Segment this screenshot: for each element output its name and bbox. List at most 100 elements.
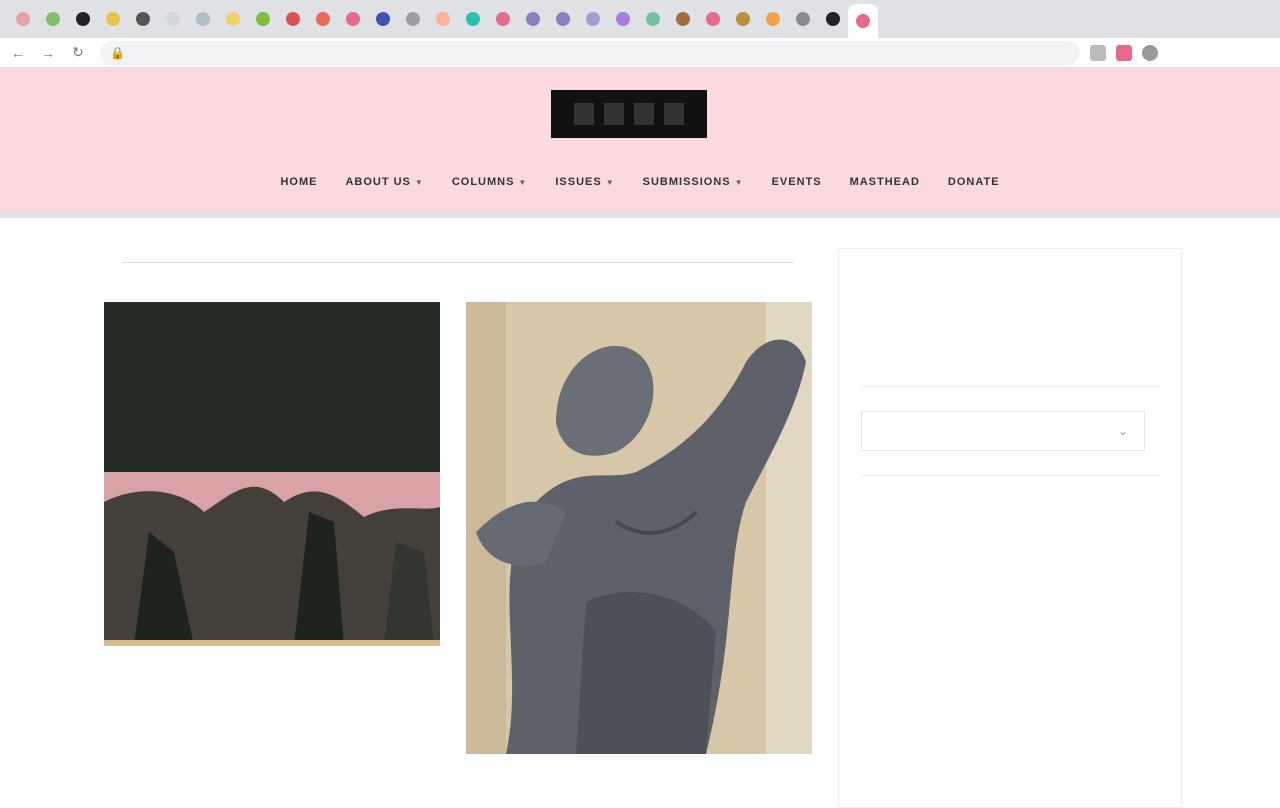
favicon-icon — [406, 12, 420, 26]
forward-icon[interactable]: → — [36, 41, 60, 65]
widget-list-item[interactable] — [861, 339, 1159, 362]
post-card — [466, 302, 812, 754]
extensions-area — [1090, 44, 1158, 61]
widget-list-item[interactable] — [861, 546, 1159, 569]
logo-block — [662, 101, 686, 127]
browser-tab-strip — [0, 0, 1280, 38]
browser-tab[interactable] — [488, 4, 518, 34]
divider — [861, 475, 1159, 476]
chevron-down-icon: ▼ — [518, 177, 528, 187]
browser-tab[interactable] — [128, 4, 158, 34]
logo-block — [572, 101, 596, 127]
favicon-icon — [646, 12, 660, 26]
browser-tab[interactable] — [158, 4, 188, 34]
browser-tab[interactable] — [698, 4, 728, 34]
site-logo[interactable] — [551, 90, 707, 138]
favicon-icon — [526, 12, 540, 26]
sidebar: ⌄ — [838, 248, 1182, 808]
favicon-icon — [586, 12, 600, 26]
favicon-icon — [376, 12, 390, 26]
favicon-icon — [676, 12, 690, 26]
logo-block — [632, 101, 656, 127]
menu-item-columns[interactable]: Columns ▼ — [452, 176, 528, 188]
chevron-down-icon: ▼ — [414, 177, 424, 187]
browser-tab[interactable] — [398, 4, 428, 34]
post-thumbnail[interactable] — [104, 302, 440, 646]
browser-tab[interactable] — [8, 4, 38, 34]
reload-icon[interactable]: ↻ — [66, 41, 90, 65]
back-icon[interactable]: ← — [6, 41, 30, 65]
post-thumbnail[interactable] — [466, 302, 812, 754]
post-card — [104, 302, 440, 664]
browser-tab[interactable] — [608, 4, 638, 34]
lock-icon: 🔒 — [110, 45, 125, 60]
sidebar-widget: ⌄ — [861, 411, 1159, 451]
browser-tab[interactable] — [248, 4, 278, 34]
browser-tab[interactable] — [668, 4, 698, 34]
chevron-down-icon: ▼ — [605, 177, 615, 187]
widget-list-item[interactable] — [861, 592, 1159, 615]
divider — [861, 386, 1159, 387]
extension-icon[interactable] — [1090, 44, 1106, 61]
favicon-icon — [496, 12, 510, 26]
heading-divider — [122, 261, 794, 263]
widget-list-item[interactable] — [861, 316, 1159, 339]
sidebar-widget — [861, 500, 1159, 638]
category-select[interactable]: ⌄ — [861, 411, 1145, 451]
favicon-icon — [796, 12, 810, 26]
browser-tab[interactable] — [728, 4, 758, 34]
browser-tab[interactable] — [818, 4, 848, 34]
menu-item-donate[interactable]: Donate — [948, 176, 1000, 188]
menu-item-masthead[interactable]: Masthead — [850, 176, 920, 188]
favicon-icon — [106, 12, 120, 26]
browser-tab[interactable] — [68, 4, 98, 34]
menu-item-issues[interactable]: Issues ▼ — [555, 176, 614, 188]
favicon-icon — [316, 12, 330, 26]
browser-tab[interactable] — [278, 4, 308, 34]
profile-icon[interactable] — [1142, 44, 1158, 61]
favicon-icon — [346, 12, 360, 26]
browser-tab[interactable] — [788, 4, 818, 34]
browser-tab[interactable] — [98, 4, 128, 34]
favicon-icon — [286, 12, 300, 26]
menu-item-events[interactable]: Events — [772, 176, 822, 188]
favicon-icon — [226, 12, 240, 26]
browser-tab[interactable] — [308, 4, 338, 34]
menu-item-home[interactable]: Home — [280, 176, 317, 188]
browser-tab[interactable] — [758, 4, 788, 34]
widget-list-item[interactable] — [861, 615, 1159, 638]
favicon-icon — [556, 12, 570, 26]
favicon-icon — [736, 12, 750, 26]
widget-list-item[interactable] — [861, 500, 1159, 523]
favicon-icon — [256, 12, 270, 26]
main-content — [104, 238, 812, 782]
browser-tab[interactable] — [338, 4, 368, 34]
favicon-icon — [166, 12, 180, 26]
browser-tab[interactable] — [218, 4, 248, 34]
favicon-icon — [826, 12, 840, 26]
browser-tab[interactable] — [38, 4, 68, 34]
menu-item-about[interactable]: About Us ▼ — [345, 176, 423, 188]
favicon-icon — [46, 12, 60, 26]
browser-tab[interactable] — [188, 4, 218, 34]
address-bar[interactable]: 🔒 — [100, 40, 1080, 65]
sidebar-widget — [861, 293, 1159, 362]
browser-tab[interactable] — [578, 4, 608, 34]
browser-tab[interactable] — [848, 4, 878, 38]
widget-list-item[interactable] — [861, 293, 1159, 316]
browser-tab[interactable] — [368, 4, 398, 34]
browser-tab[interactable] — [638, 4, 668, 34]
browser-tab[interactable] — [458, 4, 488, 34]
widget-list — [861, 293, 1159, 362]
category-heading — [104, 238, 812, 286]
browser-tab[interactable] — [548, 4, 578, 34]
widget-list-item[interactable] — [861, 569, 1159, 592]
menu-item-submissions[interactable]: Submissions ▼ — [643, 176, 744, 188]
favicon-icon — [436, 12, 450, 26]
browser-tab[interactable] — [428, 4, 458, 34]
favicon-icon — [76, 12, 90, 26]
browser-tab[interactable] — [518, 4, 548, 34]
extension-icon[interactable] — [1116, 44, 1132, 61]
widget-list-item[interactable] — [861, 523, 1159, 546]
logo-block — [602, 101, 626, 127]
